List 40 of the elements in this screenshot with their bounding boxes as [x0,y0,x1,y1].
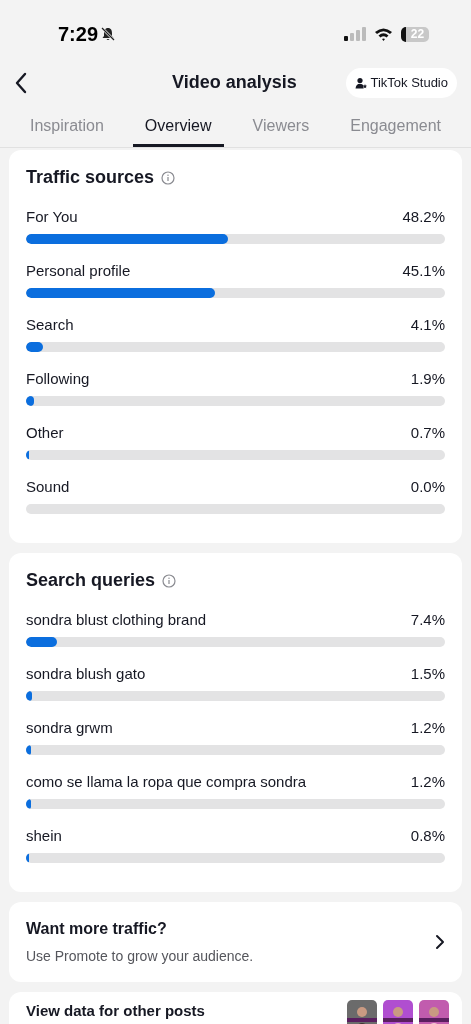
percentage: 1.9% [410,369,445,389]
percentage: 4.1% [410,315,445,335]
tab[interactable]: Overview [132,105,224,147]
source-label: sondra grwm [26,718,113,738]
source-label: For You [26,207,78,227]
promote-subtitle: Use Promote to grow your audience. [26,947,254,966]
source-label: como se llama la ropa que compra sondra [26,772,307,792]
source-label: sondra blust clothing brand [26,610,207,630]
section-title: Traffic sources [26,166,155,189]
percentage: 1.5% [410,664,445,684]
percentage: 45.1% [402,261,445,281]
section-title: Search queries [26,569,156,592]
source-label: shein [26,826,62,846]
wifi-icon [374,27,393,41]
info-icon[interactable] [162,573,177,588]
source-label: Other [26,423,64,443]
page-title: Video analysis [172,71,297,94]
source-label: sondra blush gato [26,664,146,684]
percentage: 1.2% [410,718,445,738]
promote-title: Want more traffic? [26,919,168,939]
signal-icon [344,27,366,41]
source-label: Following [26,369,90,389]
percentage: 0.0% [410,477,445,497]
percentage: 48.2% [402,207,445,227]
source-label: Search [26,315,74,335]
person-icon [355,76,368,89]
percentage: 7.4% [410,610,445,630]
percentage: 0.7% [410,423,445,443]
other-posts-title: View data for other posts [26,1002,205,1020]
percentage: 1.2% [410,772,445,792]
info-icon[interactable] [161,170,176,185]
source-label: Personal profile [26,261,131,281]
percentage: 0.8% [410,826,445,846]
muted-bell-icon [100,26,117,42]
other-posts-card[interactable]: View data for other posts [9,992,462,1024]
chevron-right-icon [435,934,445,950]
tiktok-studio-button[interactable]: TikTok Studio [346,67,457,98]
promote-card[interactable]: Want more traffic? Use Promote to grow your audience. [9,902,462,982]
source-label: Sound [26,477,70,497]
clock-time: 7:29 [58,22,99,47]
